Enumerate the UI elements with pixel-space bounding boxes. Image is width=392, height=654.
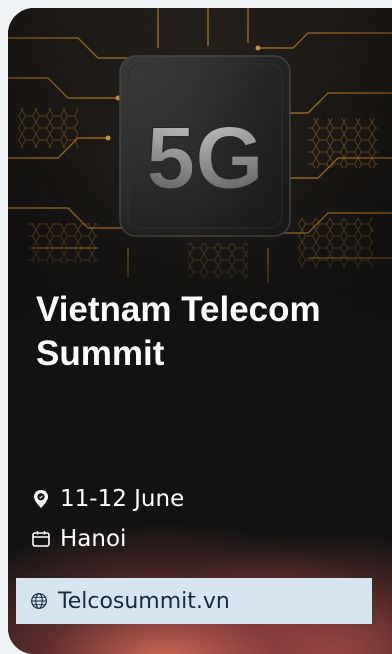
- website-label: Telcosummit.vn: [58, 588, 230, 614]
- event-location: Hanoi: [60, 526, 127, 552]
- event-date: 11-12 June: [60, 486, 185, 512]
- location-pin-icon: [30, 488, 52, 510]
- event-location-row: Hanoi: [30, 526, 126, 552]
- globe-icon: [30, 592, 48, 610]
- website-link[interactable]: Telcosummit.vn: [16, 578, 372, 624]
- event-date-row: 11-12 June: [30, 486, 184, 512]
- calendar-icon: [30, 528, 52, 550]
- event-title: Vietnam Telecom Summit: [36, 290, 321, 373]
- event-card[interactable]: 5G Vietnam Telecom Summit 11-12 June: [8, 8, 392, 654]
